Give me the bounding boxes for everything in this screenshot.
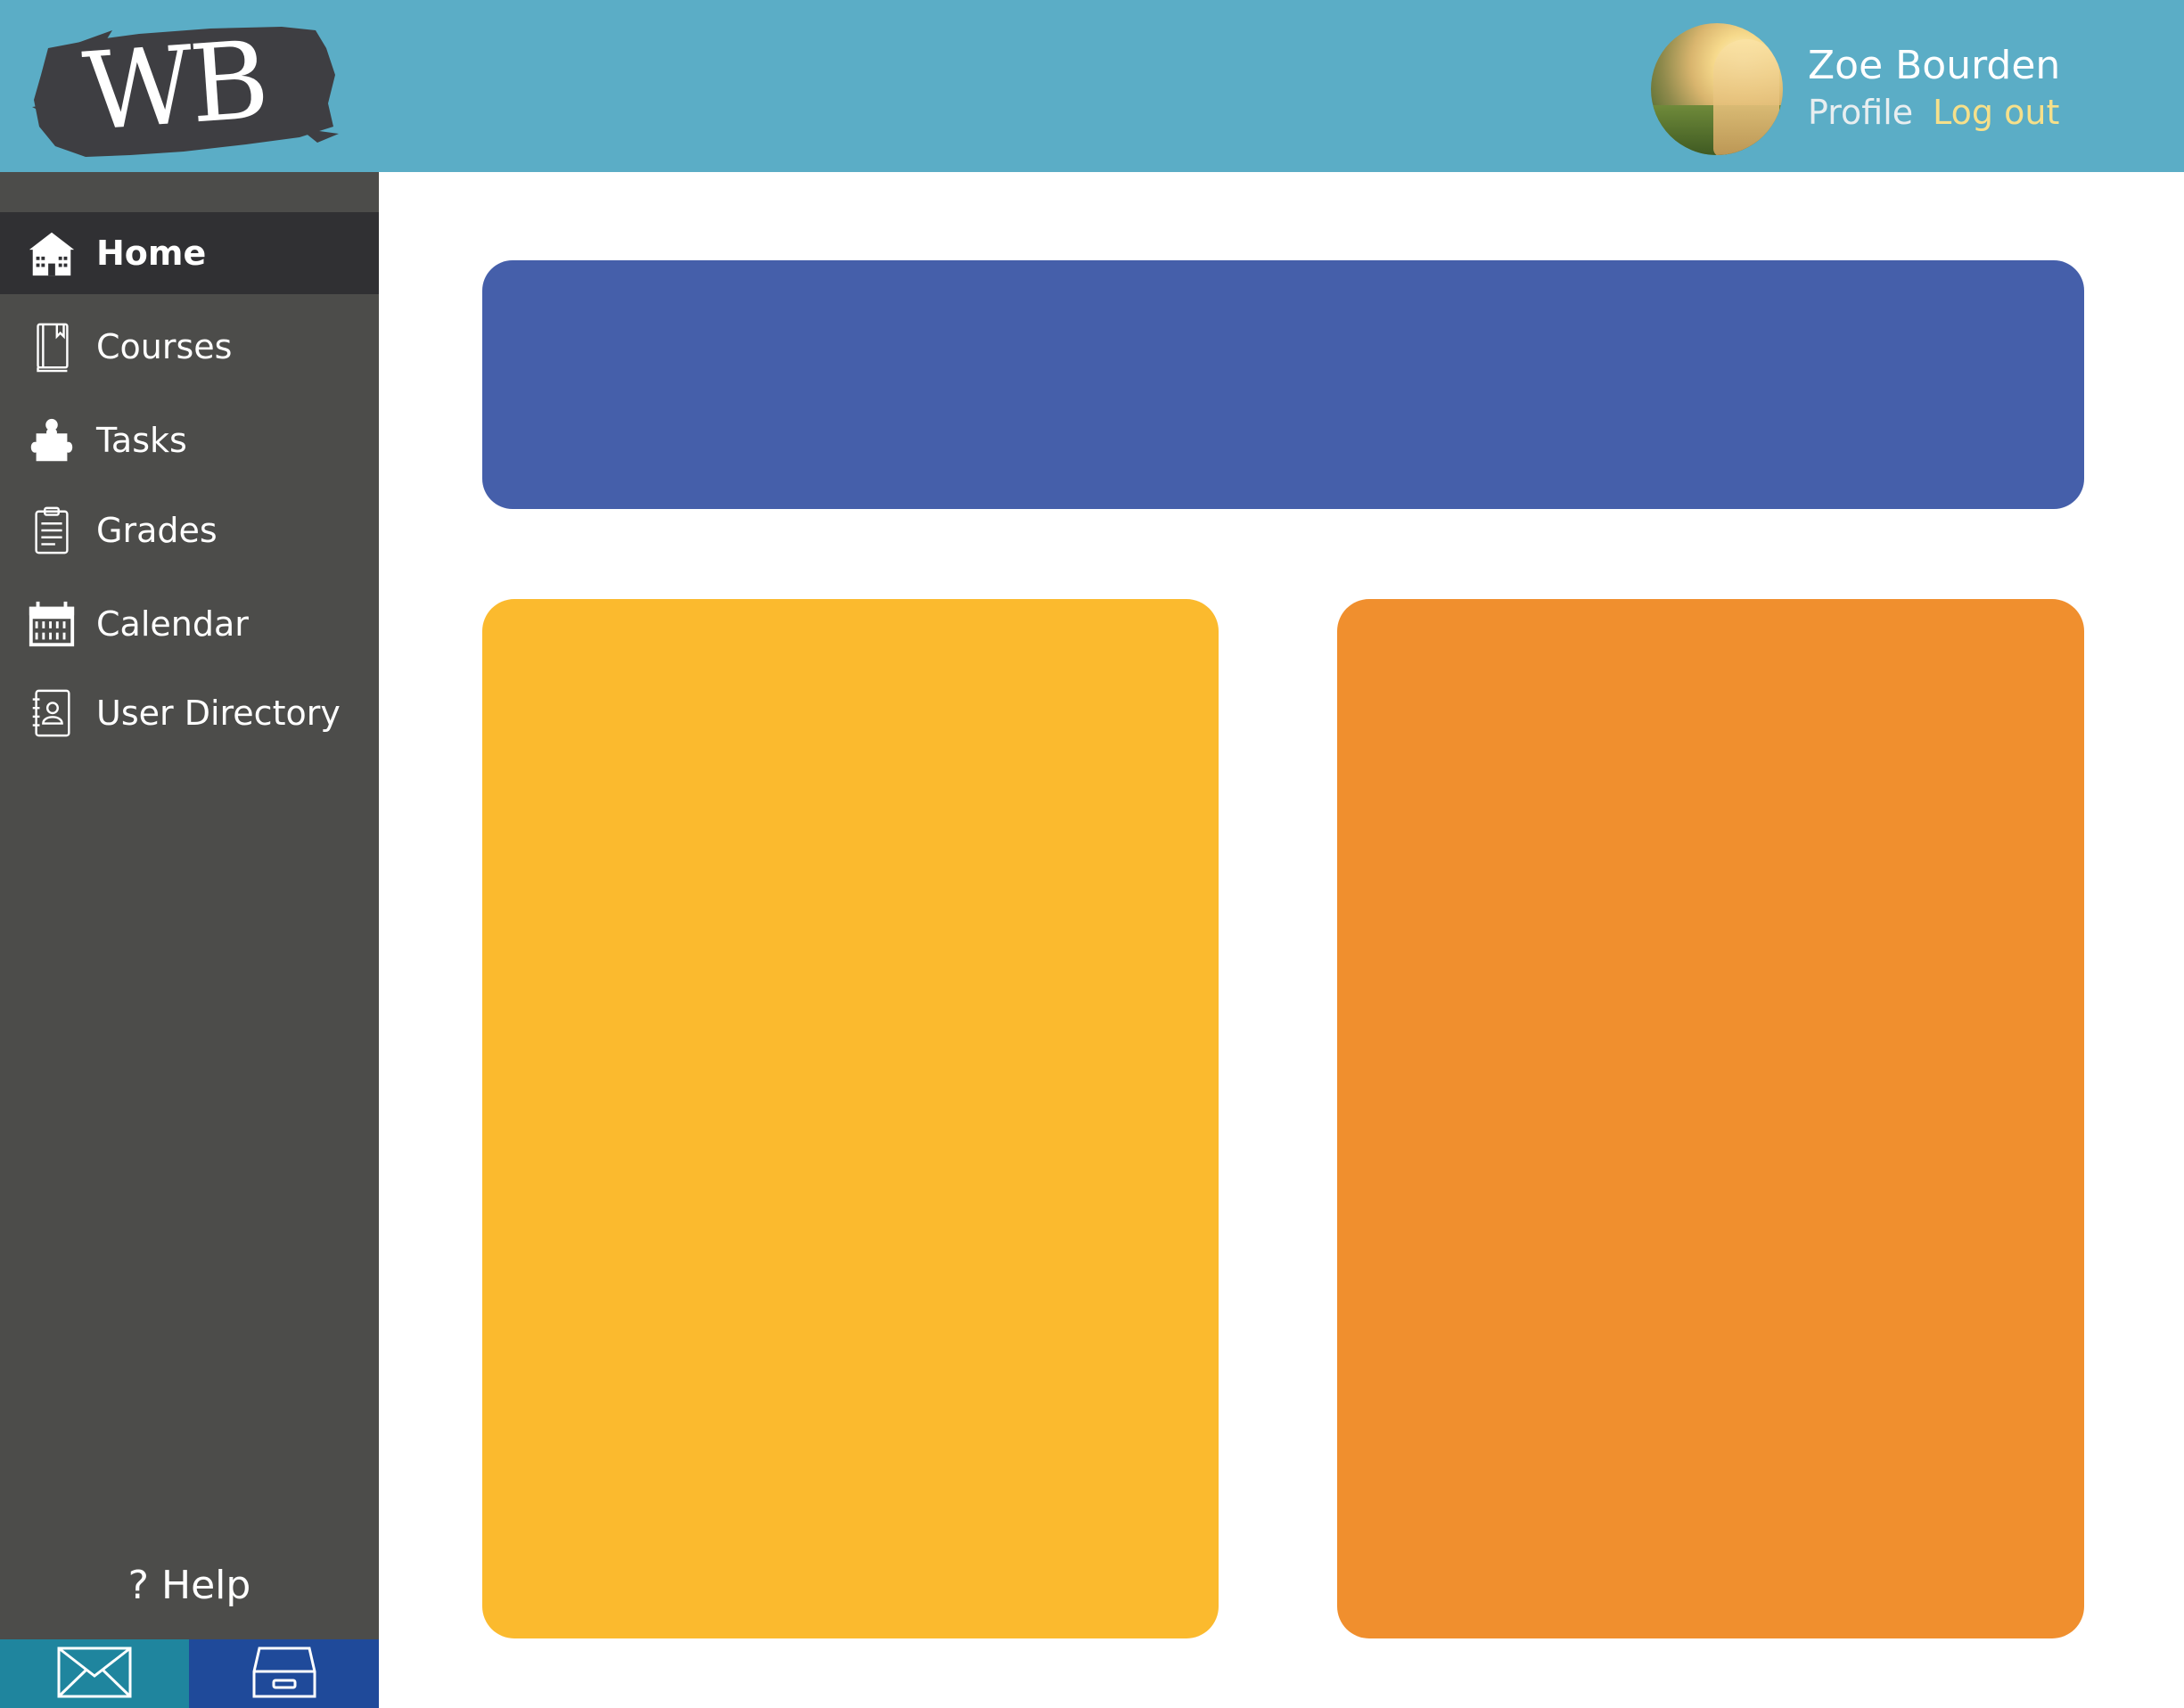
top-header: WB Zoe Bourden Profile Log out — [0, 0, 2184, 172]
home-icon — [25, 226, 78, 280]
user-links: Profile Log out — [1808, 93, 2059, 132]
sidebar-item-label: Courses — [96, 327, 233, 366]
sidebar-item-label: Home — [96, 234, 207, 273]
user-name: Zoe Bourden — [1808, 43, 2061, 88]
clipboard-icon — [25, 504, 78, 557]
sidebar-item-label: Grades — [96, 511, 218, 550]
logo[interactable]: WB — [32, 19, 339, 160]
help-link[interactable]: ? Help — [0, 1563, 379, 1608]
sidebar-item-courses[interactable]: Courses — [0, 306, 379, 388]
inbox-tray-icon — [252, 1645, 316, 1704]
puzzle-icon — [25, 414, 78, 467]
calendar-icon — [25, 597, 78, 651]
sidebar-item-home[interactable]: Home — [0, 212, 379, 294]
right-panel-card — [1337, 599, 2084, 1638]
logo-text: WB — [79, 19, 270, 155]
profile-link[interactable]: Profile — [1808, 93, 1913, 132]
book-icon — [25, 320, 78, 374]
inbox-button[interactable] — [189, 1639, 379, 1708]
sidebar-item-tasks[interactable]: Tasks — [0, 399, 379, 481]
sidebar-item-label: User Directory — [96, 694, 341, 733]
avatar[interactable] — [1651, 23, 1783, 155]
sidebar: Home Courses Tasks Grades Calendar User … — [0, 172, 379, 1708]
sidebar-item-label: Tasks — [96, 421, 187, 460]
sidebar-item-grades[interactable]: Grades — [0, 489, 379, 571]
banner-card — [482, 260, 2084, 509]
mail-button[interactable] — [0, 1639, 189, 1708]
left-panel-card — [482, 599, 1219, 1638]
address-book-icon — [25, 686, 78, 740]
sidebar-item-label: Calendar — [96, 604, 249, 644]
sidebar-item-calendar[interactable]: Calendar — [0, 583, 379, 665]
logout-link[interactable]: Log out — [1933, 93, 2059, 132]
sidebar-item-user-directory[interactable]: User Directory — [0, 672, 379, 754]
mail-icon — [56, 1646, 133, 1703]
